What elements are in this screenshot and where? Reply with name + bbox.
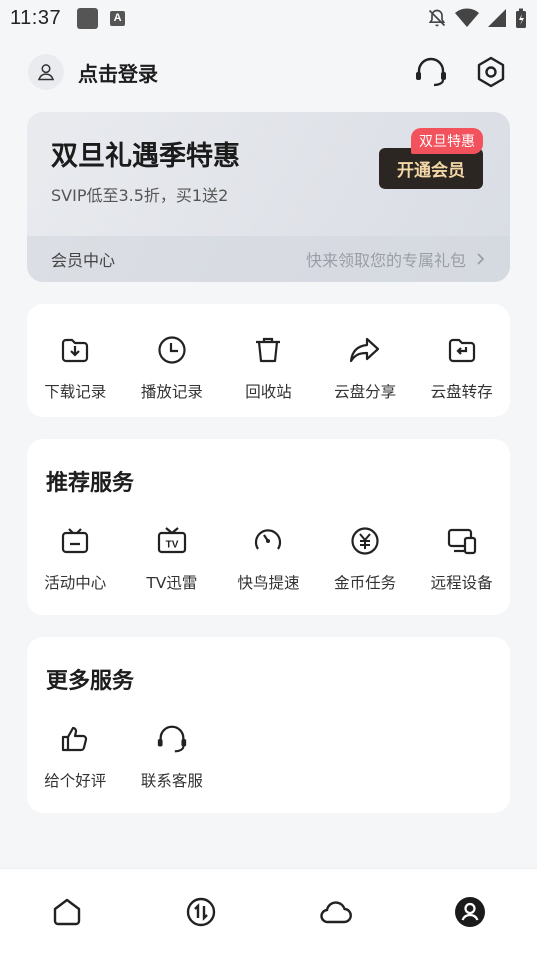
- speed-boost-label: 快鸟提速: [237, 574, 300, 592]
- customer-service-button[interactable]: [413, 54, 449, 90]
- rate-app-button[interactable]: 给个好评: [27, 721, 124, 791]
- wifi-icon: [455, 8, 479, 27]
- status-bar: 11:37 A: [0, 0, 537, 36]
- vip-title: 双旦礼遇季特惠: [51, 141, 240, 172]
- cloud-icon: [319, 900, 352, 923]
- chevron-right-icon: [477, 253, 485, 265]
- recommended-services-card: 推荐服务 活动中心 TV TV迅雷 快鸟提速 金币任务 远程设备: [27, 439, 510, 615]
- clock-icon: [158, 336, 186, 364]
- transfer-icon: [187, 897, 216, 926]
- recommended-title: 推荐服务: [46, 471, 135, 496]
- nav-transfer[interactable]: [134, 896, 268, 928]
- coin-task-label: 金币任务: [334, 574, 397, 592]
- customer-service-icon: [416, 57, 446, 87]
- recycle-bin-button[interactable]: 回收站: [220, 332, 317, 402]
- more-services-title: 更多服务: [46, 669, 135, 694]
- quick-actions-card: 下载记录 播放记录 回收站 云盘分享 云盘转存: [27, 304, 510, 417]
- member-center-label: 会员中心: [51, 251, 116, 270]
- thumb-up-icon: [62, 726, 88, 752]
- vip-subtitle: SVIP低至3.5折，买1送2: [51, 186, 229, 205]
- coin-task-button[interactable]: 金币任务: [317, 523, 414, 593]
- signal-icon: [488, 9, 506, 27]
- share-icon: [349, 337, 380, 363]
- nav-me[interactable]: [403, 896, 537, 928]
- remote-device-icon: [447, 528, 476, 555]
- profile-icon: [454, 896, 485, 927]
- tv-xunlei-button[interactable]: TV TV迅雷: [124, 523, 221, 593]
- avatar-icon: [37, 64, 55, 81]
- more-services-card: 更多服务 给个好评 联系客服: [27, 637, 510, 813]
- play-record-button[interactable]: 播放记录: [124, 332, 221, 402]
- recycle-bin-label: 回收站: [245, 383, 292, 401]
- download-record-label: 下载记录: [44, 383, 107, 401]
- rate-app-label: 给个好评: [44, 772, 107, 790]
- nav-home[interactable]: [0, 896, 134, 928]
- settings-icon: [477, 56, 505, 88]
- activity-center-button[interactable]: 活动中心: [27, 523, 124, 593]
- svg-text:TV: TV: [166, 540, 179, 551]
- cloud-share-button[interactable]: 云盘分享: [317, 332, 414, 402]
- a-icon: A: [110, 10, 126, 26]
- customer-service-icon: [157, 725, 187, 753]
- open-membership-button[interactable]: 开通会员: [379, 148, 483, 189]
- speed-gauge-icon: [255, 529, 282, 550]
- bell-off-icon: [428, 9, 446, 27]
- member-center-row[interactable]: 会员中心 快来领取您的专属礼包: [27, 236, 510, 282]
- cloud-transfer-button[interactable]: 云盘转存: [413, 332, 510, 402]
- cloud-transfer-label: 云盘转存: [430, 383, 493, 401]
- contact-support-button[interactable]: 联系客服: [124, 721, 221, 791]
- vip-promo-card[interactable]: 双旦礼遇季特惠 SVIP低至3.5折，买1送2 开通会员 双旦特惠 会员中心 快…: [27, 112, 510, 282]
- remote-device-label: 远程设备: [430, 574, 493, 592]
- gift-pack-text: 快来领取您的专属礼包: [305, 251, 466, 270]
- settings-button[interactable]: [473, 54, 509, 90]
- gift-pack-link[interactable]: 快来领取您的专属礼包: [306, 247, 486, 271]
- avatar[interactable]: [28, 54, 64, 90]
- folder-transfer-icon: [448, 338, 475, 363]
- cloud-share-label: 云盘分享: [334, 383, 397, 401]
- trash-icon: [256, 337, 281, 363]
- remote-device-button[interactable]: 远程设备: [413, 523, 510, 593]
- bottom-navigation: [0, 868, 537, 954]
- tv-xunlei-label: TV迅雷: [146, 574, 198, 592]
- contact-support-label: 联系客服: [140, 772, 203, 790]
- download-record-button[interactable]: 下载记录: [27, 332, 124, 402]
- activity-icon: [62, 528, 89, 554]
- coin-icon: [351, 527, 379, 555]
- play-record-label: 播放记录: [140, 383, 203, 401]
- status-time: 11:37: [10, 6, 62, 29]
- gallery-icon: [77, 7, 99, 29]
- activity-center-label: 活动中心: [44, 574, 107, 592]
- speed-boost-button[interactable]: 快鸟提速: [220, 523, 317, 593]
- nav-cloud[interactable]: [269, 896, 403, 928]
- download-record-icon: [62, 338, 89, 363]
- battery-icon: [516, 8, 526, 28]
- login-link[interactable]: 点击登录: [78, 58, 158, 87]
- home-icon: [53, 898, 81, 925]
- promo-tag: 双旦特惠: [411, 128, 483, 154]
- tv-icon: TV: [157, 527, 186, 554]
- profile-header: 点击登录: [28, 52, 509, 92]
